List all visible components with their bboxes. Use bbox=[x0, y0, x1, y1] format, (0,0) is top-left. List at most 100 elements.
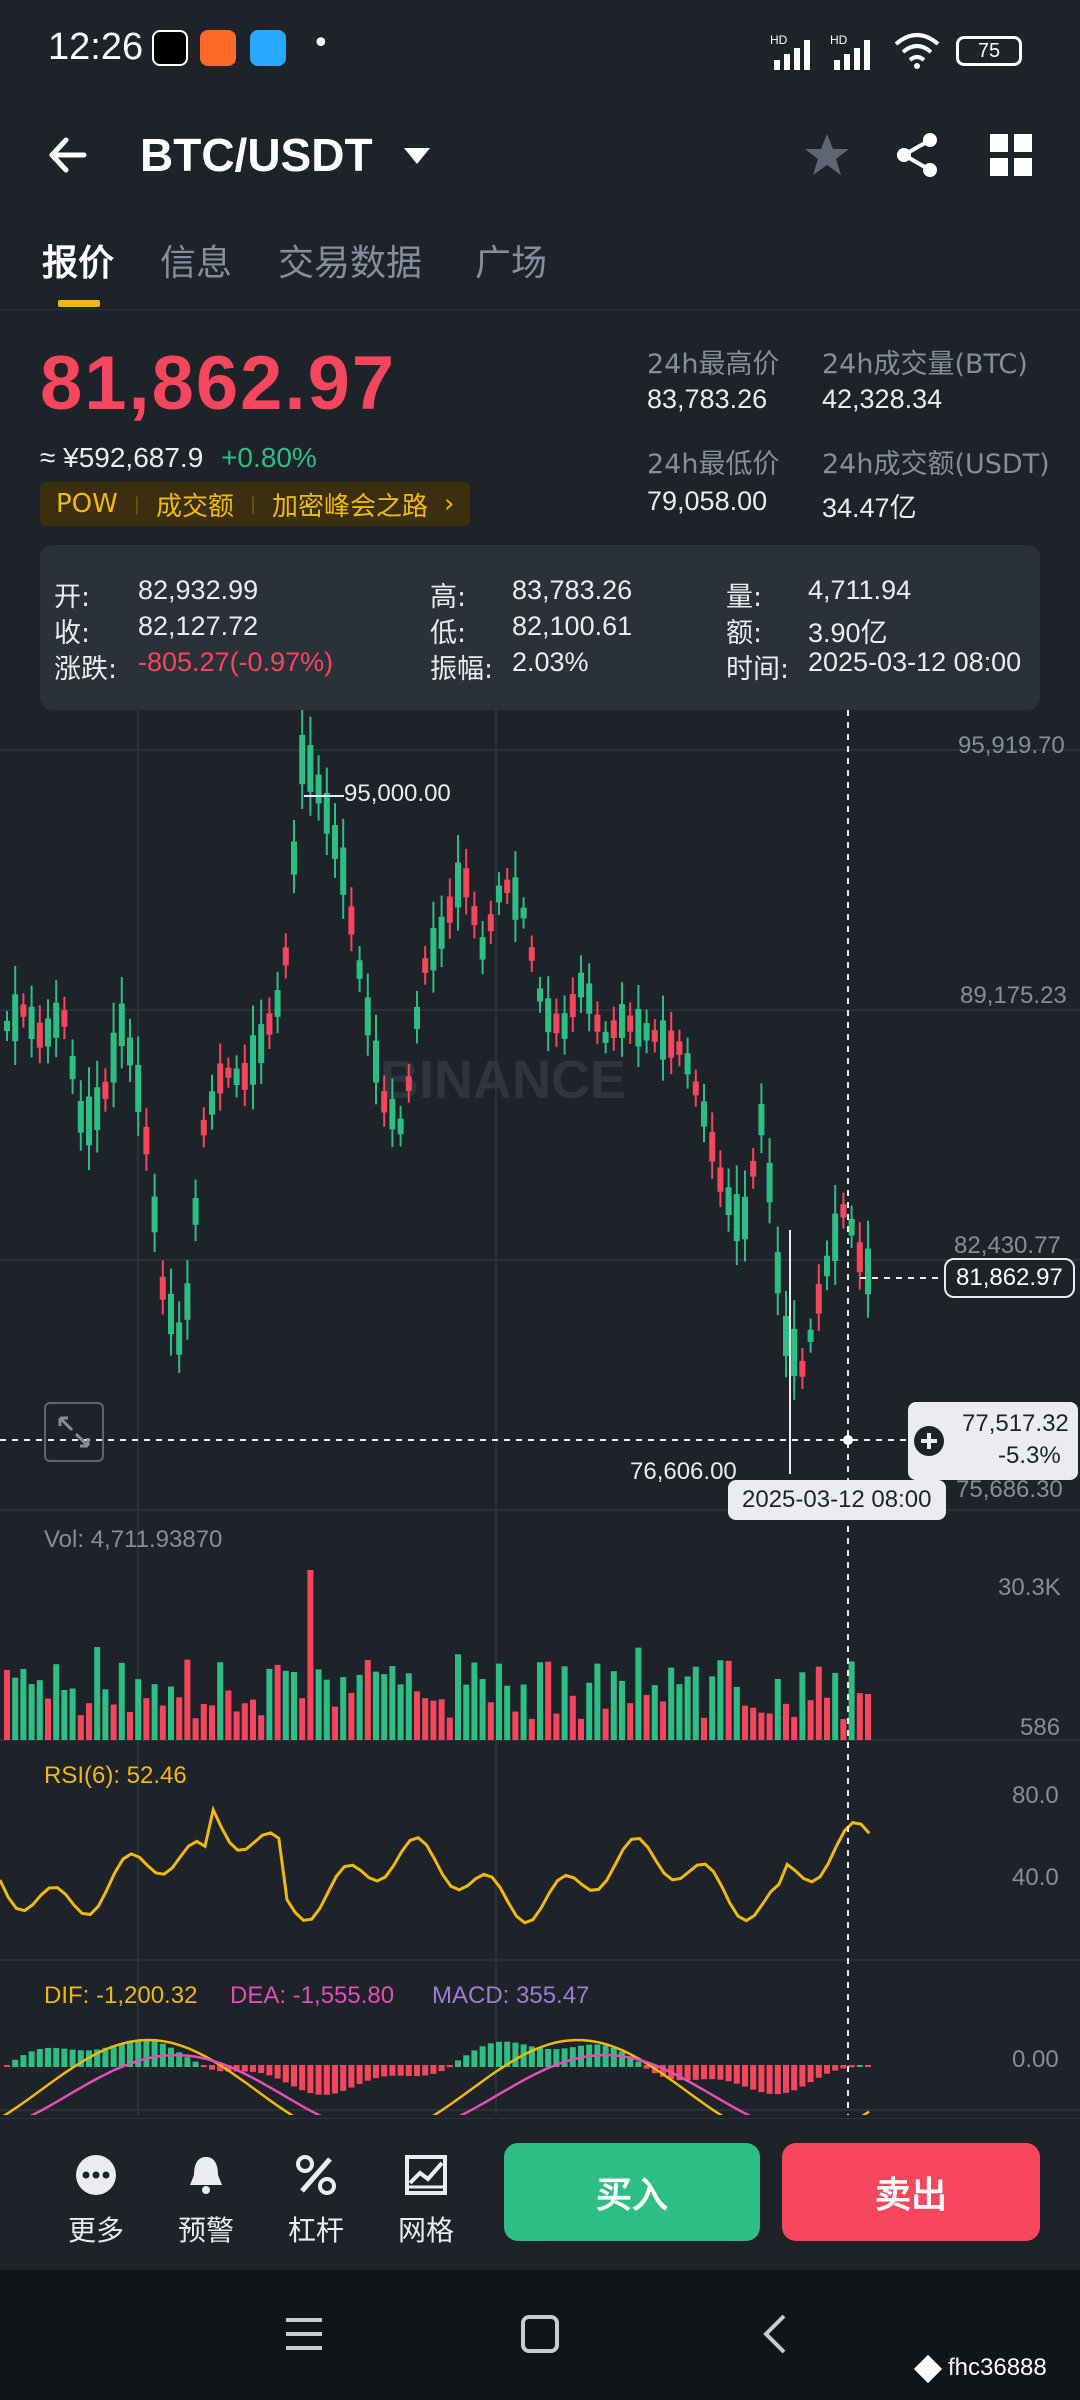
min-price-marker: 76,606.00 bbox=[630, 1458, 737, 1485]
volume-bar bbox=[291, 1671, 297, 1740]
volume-bar bbox=[504, 1685, 511, 1740]
buy-button[interactable]: 买入 bbox=[504, 2143, 760, 2241]
candle-body bbox=[438, 916, 445, 949]
volume-bar bbox=[635, 1647, 642, 1740]
kline-chart[interactable]: BINANCE 95,919.70 89,175.23 82,430.77 75… bbox=[0, 710, 1080, 2115]
candle-body bbox=[414, 1006, 420, 1030]
volume-bar bbox=[799, 1672, 806, 1740]
volume-bar bbox=[348, 1692, 355, 1740]
tag-summit[interactable]: 加密峰会之路 bbox=[272, 486, 428, 523]
back-icon[interactable] bbox=[754, 2312, 798, 2356]
macd-bar bbox=[545, 2048, 552, 2067]
tab-info[interactable]: 信息 bbox=[160, 234, 232, 286]
active-tab-indicator bbox=[58, 300, 100, 307]
nav-grid[interactable]: 网格 bbox=[386, 2153, 466, 2249]
nav-more[interactable]: 更多 bbox=[56, 2153, 136, 2249]
candle-body bbox=[233, 1068, 240, 1086]
candle-body bbox=[389, 1098, 396, 1130]
tab-trading-data[interactable]: 交易数据 bbox=[278, 234, 422, 286]
svg-text:HD: HD bbox=[770, 33, 788, 47]
macd-bar bbox=[684, 2065, 691, 2081]
volume-bar bbox=[463, 1684, 470, 1740]
volume-bar bbox=[323, 1679, 330, 1740]
low-value: 82,100.61 bbox=[512, 611, 633, 641]
menu-icon[interactable] bbox=[282, 2312, 326, 2356]
volume-bar bbox=[676, 1684, 683, 1740]
candle-body bbox=[45, 1018, 51, 1047]
tag-volume[interactable]: 成交额 bbox=[156, 486, 234, 523]
macd-bar bbox=[824, 2065, 830, 2074]
price-axis-label: 95,919.70 bbox=[958, 732, 1065, 759]
candle-body bbox=[610, 1020, 617, 1039]
candle-body bbox=[742, 1196, 748, 1240]
volume-bar bbox=[807, 1700, 814, 1740]
macd-bar bbox=[291, 2065, 297, 2087]
candle-body bbox=[676, 1041, 683, 1055]
rsi-title: RSI(6): 52.46 bbox=[44, 1762, 187, 1789]
crosshair-percent: -5.3% bbox=[998, 1442, 1061, 1469]
sub-price: ≈ ¥592,687.9 +0.80% bbox=[40, 442, 317, 474]
volume-bar bbox=[373, 1671, 379, 1740]
grid-icon[interactable] bbox=[988, 132, 1034, 178]
macd-bar bbox=[619, 2051, 625, 2067]
volume-bar bbox=[709, 1676, 716, 1740]
macd-bar bbox=[332, 2065, 338, 2094]
candle-body bbox=[110, 1032, 117, 1083]
candle-body bbox=[643, 1023, 650, 1041]
pair-title[interactable]: BTC/USDT bbox=[140, 128, 373, 182]
candle-body bbox=[840, 1204, 847, 1218]
candle-body bbox=[668, 1030, 675, 1058]
candle-body bbox=[471, 906, 478, 926]
candle-body bbox=[848, 1218, 855, 1236]
candle-body bbox=[422, 958, 429, 973]
tab-square[interactable]: 广场 bbox=[475, 234, 547, 286]
nav-alert[interactable]: 预警 bbox=[166, 2153, 246, 2249]
caret-down-icon[interactable] bbox=[400, 144, 434, 168]
tag-separator: | bbox=[133, 493, 140, 515]
share-icon[interactable] bbox=[892, 130, 942, 180]
vol-usdt-label: 24h成交额(USDT) bbox=[822, 449, 1050, 480]
plus-circle-icon[interactable] bbox=[912, 1424, 946, 1458]
nav-leverage[interactable]: 杠杆 bbox=[276, 2153, 356, 2249]
macd-bar bbox=[348, 2065, 355, 2088]
tab-quote[interactable]: 报价 bbox=[42, 234, 114, 286]
macd-bar bbox=[635, 2061, 642, 2067]
candle-body bbox=[553, 1013, 560, 1034]
macd-bar bbox=[791, 2065, 798, 2091]
candle-body bbox=[225, 1067, 232, 1078]
candle-body bbox=[282, 947, 289, 966]
star-icon[interactable] bbox=[802, 130, 852, 180]
arrow-left-icon[interactable] bbox=[44, 130, 94, 180]
volume-bar bbox=[45, 1698, 51, 1740]
macd-bar bbox=[315, 2065, 322, 2095]
high-value: 83,783.26 bbox=[512, 575, 633, 605]
volume-bar bbox=[405, 1673, 412, 1740]
candle-body bbox=[520, 907, 527, 919]
candle-body bbox=[783, 1315, 789, 1357]
candle-body bbox=[315, 774, 322, 804]
macd-bar bbox=[299, 2065, 306, 2091]
candle-body bbox=[594, 1014, 601, 1032]
current-price-tag[interactable]: 81,862.97 bbox=[944, 1258, 1075, 1298]
candle-body bbox=[143, 1126, 150, 1155]
candle-body bbox=[307, 745, 314, 792]
volume-bar bbox=[865, 1693, 871, 1740]
battery-icon: 75 bbox=[956, 36, 1022, 66]
volume-bar bbox=[258, 1715, 265, 1740]
macd-bar bbox=[20, 2055, 27, 2067]
volume-bar bbox=[619, 1680, 625, 1740]
volume-bar bbox=[610, 1671, 617, 1740]
macd-bar bbox=[512, 2042, 519, 2067]
expand-icon[interactable] bbox=[44, 1402, 104, 1462]
candle-body bbox=[192, 1198, 199, 1225]
ohlc-panel: 开: 82,932.99 收: 82,127.72 涨跌: -805.27(-0… bbox=[40, 545, 1040, 710]
tag-list[interactable]: POW | 成交额 | 加密峰会之路 › bbox=[40, 482, 471, 526]
macd-bar bbox=[143, 2039, 150, 2067]
macd-bar bbox=[742, 2065, 748, 2087]
home-icon[interactable] bbox=[518, 2312, 562, 2356]
sell-button[interactable]: 卖出 bbox=[782, 2143, 1040, 2241]
chevron-right-icon[interactable]: › bbox=[444, 489, 454, 519]
leverage-icon bbox=[296, 2155, 336, 2195]
tag-pow[interactable]: POW bbox=[56, 489, 118, 519]
grid-chart-icon bbox=[405, 2155, 447, 2195]
